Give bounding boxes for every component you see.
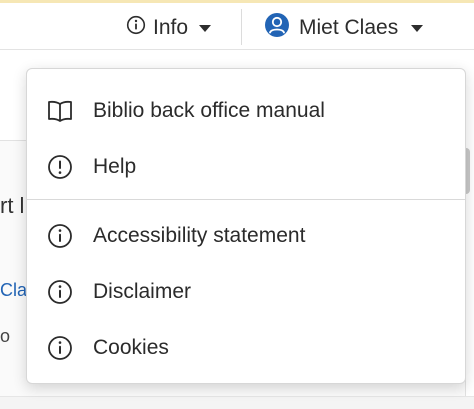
menu-item-label: Biblio back office manual <box>93 99 325 122</box>
chevron-down-icon <box>411 24 424 32</box>
chevron-down-icon <box>199 24 212 32</box>
info-circle-icon <box>47 279 73 305</box>
user-name: Miet Claes <box>299 16 399 39</box>
menu-item-disclaimer[interactable]: Disclaimer <box>27 266 465 318</box>
menu-item-manual[interactable]: Biblio back office manual <box>27 85 465 137</box>
background-partial-select[interactable]: o <box>0 326 10 347</box>
menu-divider <box>27 199 465 200</box>
info-menu-toggle[interactable]: Info <box>126 9 212 47</box>
background-footer <box>0 396 474 409</box>
top-navbar: Info Miet Claes <box>0 0 474 50</box>
background-partial-link[interactable]: Cla <box>0 280 27 301</box>
menu-item-help[interactable]: Help <box>27 141 465 193</box>
info-circle-icon <box>126 15 146 41</box>
book-icon <box>47 98 73 124</box>
user-avatar-icon <box>264 12 290 44</box>
menu-item-cookies[interactable]: Cookies <box>27 322 465 374</box>
exclamation-circle-icon <box>47 154 73 180</box>
info-menu-label: Info <box>153 16 189 39</box>
menu-item-label: Cookies <box>93 336 169 359</box>
user-menu-toggle[interactable]: Miet Claes <box>264 9 424 47</box>
menu-item-label: Disclaimer <box>93 280 192 303</box>
navbar-separator <box>241 9 242 45</box>
info-circle-icon <box>47 223 73 249</box>
info-dropdown-menu: Biblio back office manual Help Accessibi… <box>26 68 466 384</box>
menu-item-accessibility-statement[interactable]: Accessibility statement <box>27 210 465 262</box>
background-partial-heading: rt l <box>0 193 25 218</box>
info-circle-icon <box>47 335 73 361</box>
menu-item-label: Help <box>93 155 137 178</box>
app-window: rt l Cla o Info Miet Claes Biblio back o… <box>0 0 474 409</box>
menu-item-label: Accessibility statement <box>93 224 306 247</box>
